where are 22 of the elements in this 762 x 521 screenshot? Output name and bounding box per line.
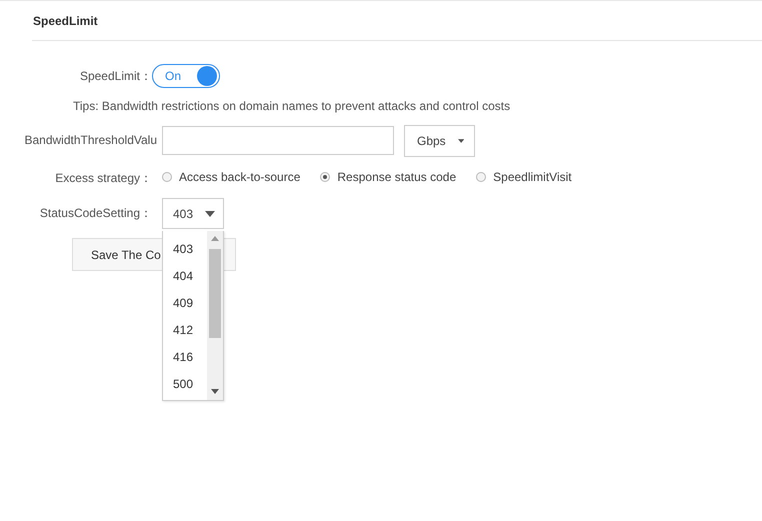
scroll-down-icon[interactable] [211,389,219,394]
caret-icon [458,138,464,144]
status-code-select[interactable]: 403 [162,198,224,229]
tips-text: Tips: Bandwidth restrictions on domain names to prevent attacks and control costs [73,99,512,113]
section-title: SpeedLimit [33,13,98,30]
radio-option[interactable]: Access back-to-source [162,170,300,184]
unit-select[interactable]: Gbps [404,124,475,156]
dropdown-option[interactable]: 409 [163,290,207,317]
dropdown-option[interactable]: 412 [163,317,207,344]
caret-icon [205,210,215,216]
field-label: Excess strategy： [55,170,152,184]
bandwidth-input[interactable] [162,126,394,155]
scrollbar[interactable] [207,231,223,400]
dropdown-option[interactable]: 416 [163,344,207,371]
scroll-up-icon[interactable] [211,236,219,241]
dropdown-option[interactable]: 403 [163,236,207,263]
field-label: SpeedLimit： [80,68,152,85]
radio-option[interactable]: SpeedlimitVisit [476,170,572,184]
radio-option[interactable]: Response status code [320,170,456,184]
field-label: BandwidthThresholdValu [24,132,157,149]
field-label: StatusCodeSetting： [40,205,152,222]
dropdown-option[interactable]: 500 [163,371,207,398]
